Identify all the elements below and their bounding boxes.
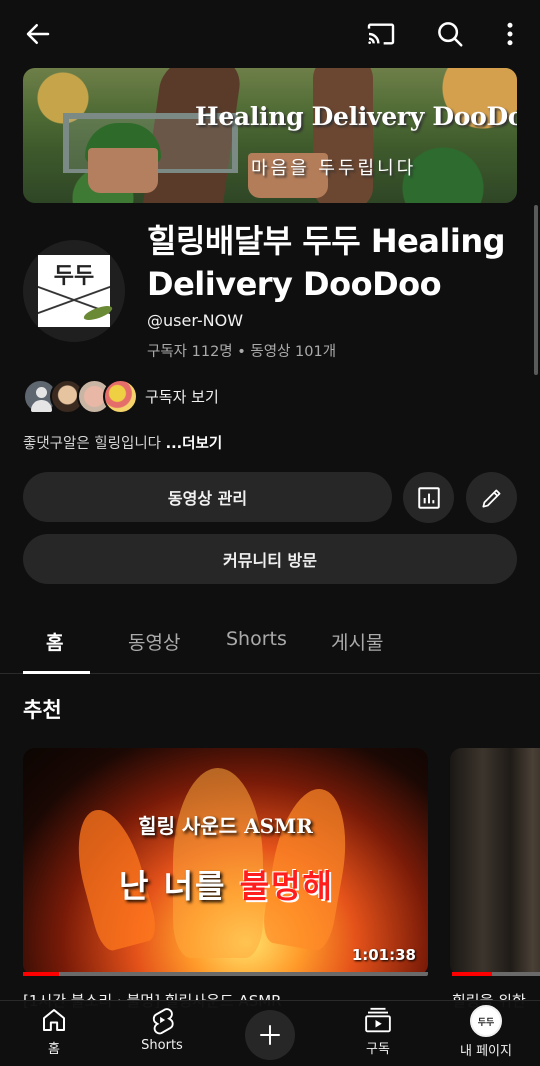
thumbnail-headline-red: 불멍해	[239, 867, 334, 905]
search-button[interactable]	[430, 14, 470, 54]
channel-stats: 구독자 112명 • 동영상 101개	[147, 344, 337, 360]
back-button[interactable]	[18, 14, 58, 54]
manage-videos-button[interactable]: 동영상 관리	[23, 472, 392, 522]
channel-banner: Healing Delivery DooDoo 마음을 두두립니다	[23, 68, 517, 203]
arrow-left-icon	[26, 24, 50, 44]
tab-videos[interactable]: 동영상	[128, 628, 180, 655]
channel-avatar[interactable]: 두두	[23, 240, 125, 342]
nav-shorts-label: Shorts	[141, 1038, 183, 1053]
active-tab-indicator	[23, 671, 90, 674]
more-options-button[interactable]	[490, 14, 530, 54]
nav-shorts[interactable]: Shorts	[117, 1005, 207, 1065]
default-user-body	[31, 400, 52, 412]
tab-shorts[interactable]: Shorts	[226, 628, 287, 650]
analytics-icon	[417, 486, 440, 509]
scrollbar[interactable]	[534, 205, 538, 375]
tab-posts[interactable]: 게시물	[331, 628, 383, 655]
watch-progress-bar	[452, 972, 540, 976]
video-thumbnail[interactable]: 힐링 사운드 ASMR 난 너를 불멍해 1:01:38	[23, 748, 428, 976]
view-subscribers-link[interactable]: 구독자 보기	[145, 386, 219, 407]
thumbnail-headline: 난 너를 불멍해	[119, 861, 334, 907]
section-title: 추천	[23, 698, 62, 722]
create-button[interactable]	[245, 1010, 295, 1060]
channel-tabs: 홈 동영상 Shorts 게시물	[0, 612, 540, 674]
nav-my-page[interactable]: 두두 내 페이지	[441, 1005, 531, 1065]
channel-description[interactable]: 좋댓구알은 힐링입니다 ...더보기	[23, 432, 222, 453]
bottom-navigation: 홈 Shorts 구독 두두 내 페이지	[0, 1000, 540, 1066]
thumbnail-caption: 힐링 사운드 ASMR	[138, 814, 313, 838]
watch-progress-fill	[23, 972, 60, 976]
community-button[interactable]: 커뮤니티 방문	[23, 534, 517, 584]
video-duration: 1:01:38	[351, 946, 416, 964]
channel-handle: @user-NOW	[147, 311, 244, 330]
edit-channel-button[interactable]	[466, 472, 517, 523]
cast-icon	[367, 23, 395, 45]
thumbnail-headline-white: 난 너를	[119, 867, 240, 905]
analytics-button[interactable]	[403, 472, 454, 523]
nav-subscriptions-label: 구독	[366, 1042, 390, 1057]
shorts-icon	[152, 1008, 174, 1035]
top-app-bar	[0, 0, 540, 68]
description-more-link[interactable]: ...더보기	[166, 436, 223, 452]
banner-subtitle: 마음을 두두립니다	[251, 158, 417, 179]
pencil-icon	[481, 489, 500, 508]
nav-create[interactable]	[225, 1005, 315, 1065]
watch-progress-fill	[452, 972, 492, 976]
nav-home[interactable]: 홈	[9, 1005, 99, 1065]
channel-name: 힐링배달부 두두 Healing Delivery DooDoo	[147, 222, 506, 303]
cast-button[interactable]	[361, 14, 401, 54]
nav-subscriptions[interactable]: 구독	[333, 1005, 423, 1065]
more-vertical-icon	[507, 22, 513, 46]
subscriber-avatar	[103, 379, 138, 414]
banner-title: Healing Delivery DooDoo	[195, 102, 517, 131]
plus-icon	[260, 1025, 280, 1045]
home-icon	[43, 1009, 65, 1031]
tab-home[interactable]: 홈	[46, 628, 63, 655]
video-thumbnail[interactable]	[450, 748, 540, 976]
description-text: 좋댓구알은 힐링입니다	[23, 436, 166, 452]
watch-progress-bar	[23, 972, 428, 976]
subscriptions-icon	[365, 1007, 391, 1033]
nav-home-label: 홈	[48, 1042, 60, 1057]
avatar-text: 두두	[53, 264, 95, 289]
search-icon	[438, 22, 463, 47]
profile-avatar-icon: 두두	[470, 1005, 502, 1037]
subscriber-avatars[interactable]	[23, 379, 138, 415]
banner-flower-pot	[88, 148, 158, 193]
nav-my-page-label: 내 페이지	[460, 1044, 512, 1059]
default-user-icon	[36, 387, 47, 398]
